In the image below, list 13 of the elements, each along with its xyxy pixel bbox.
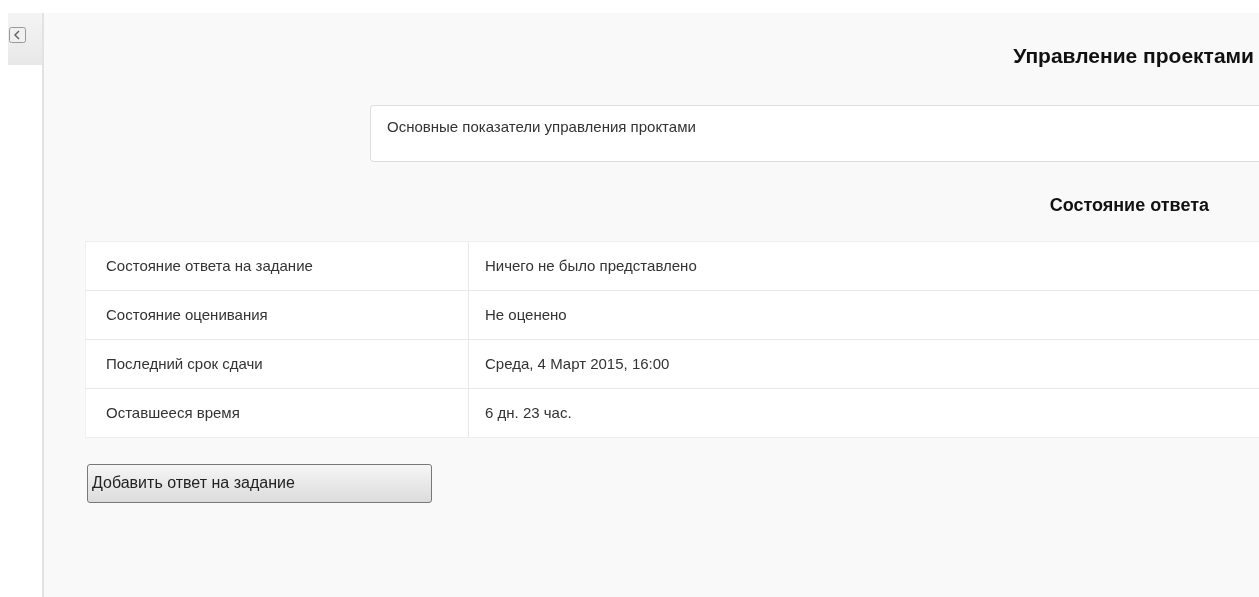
collapse-sidebar-icon[interactable] bbox=[9, 27, 26, 43]
add-submission-button[interactable]: Добавить ответ на задание bbox=[87, 463, 432, 503]
row-value: Среда, 4 Март 2015, 16:00 bbox=[485, 354, 670, 372]
row-label: Последний срок сдачи bbox=[106, 353, 264, 374]
row-value: 6 дн. 23 час. bbox=[485, 403, 572, 421]
row-label: Оставшееся время bbox=[106, 402, 241, 423]
description-text: Основные показатели управления проктами bbox=[387, 116, 697, 137]
row-label: Состояние оценивания bbox=[106, 304, 269, 325]
page-title: Управление проектами bbox=[1013, 43, 1254, 69]
row-label: Состояние ответа на задание bbox=[106, 255, 314, 276]
row-value: Ничего не было представлено bbox=[485, 256, 697, 274]
row-value: Не оценено bbox=[485, 305, 567, 323]
section-heading: Состояние ответа bbox=[1049, 193, 1209, 217]
